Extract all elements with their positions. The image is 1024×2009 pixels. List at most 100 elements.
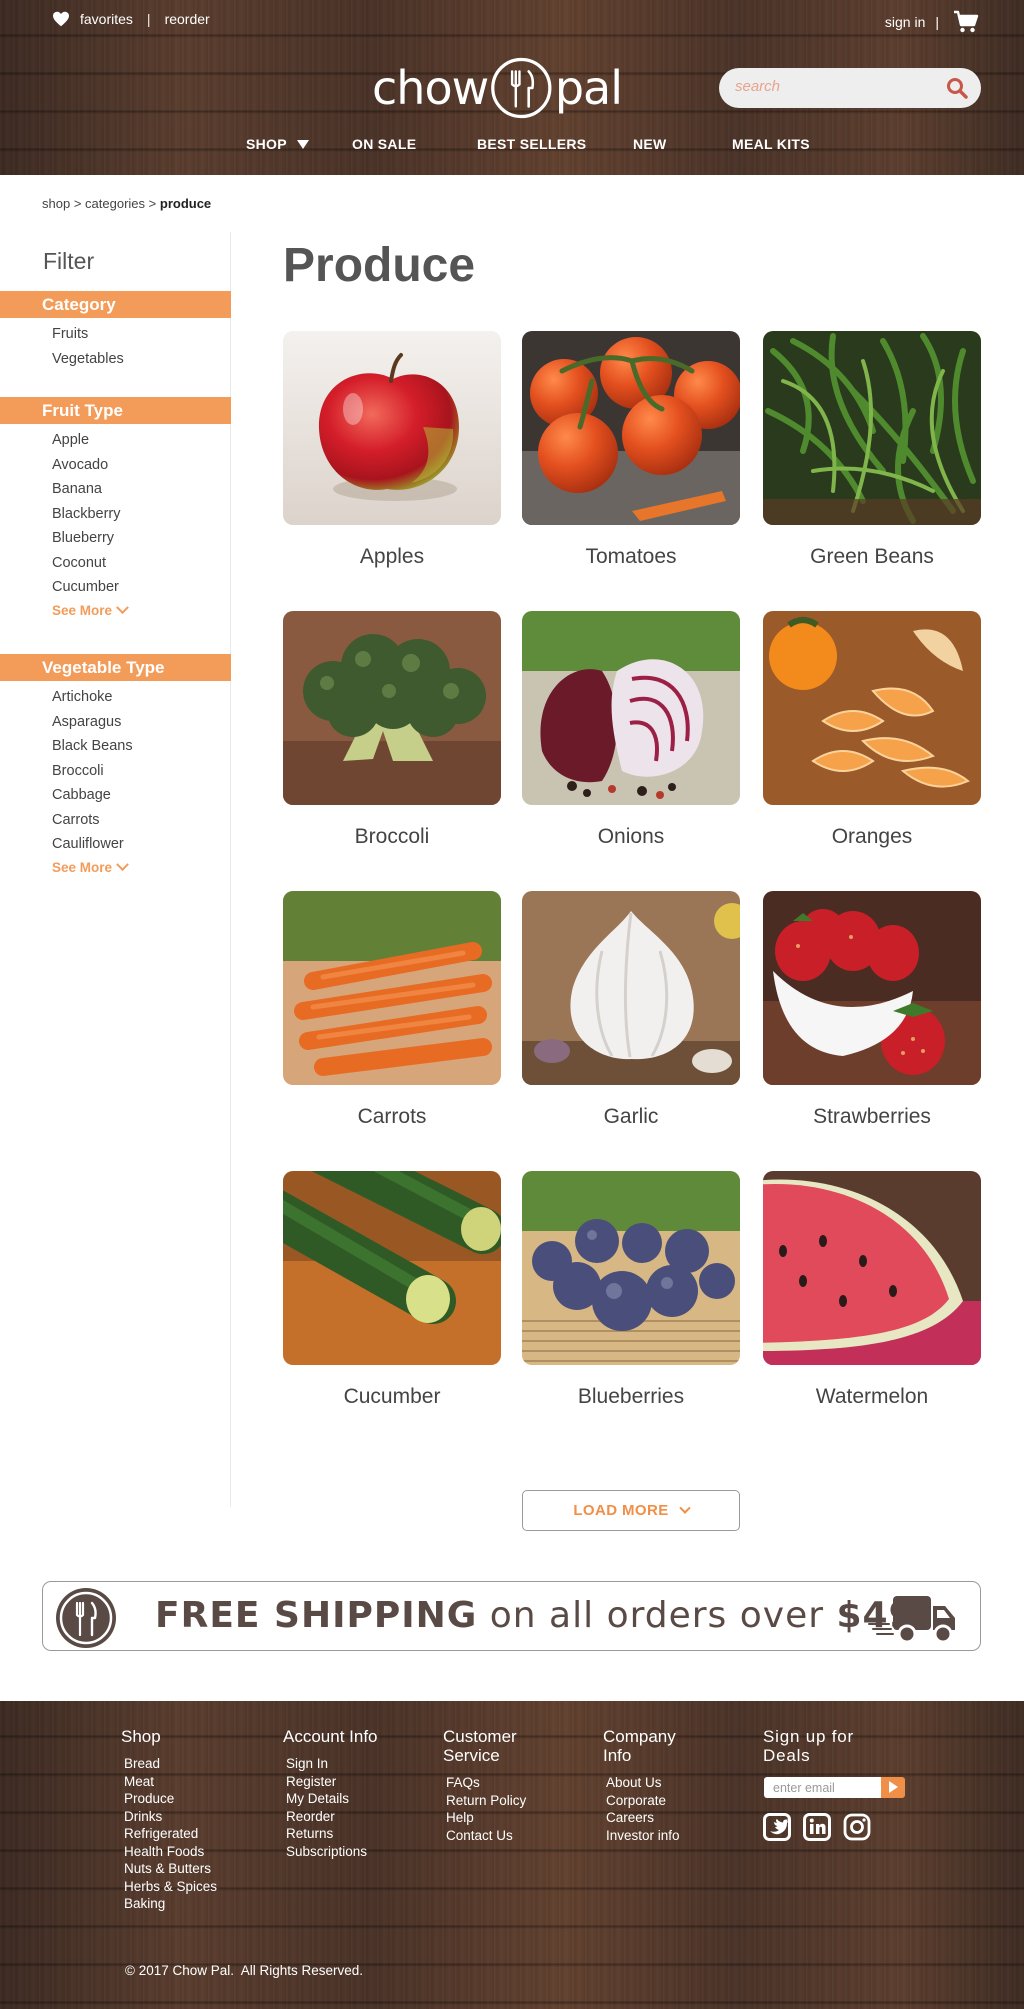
free-shipping-banner: FREE SHIPPING on all orders over $49 xyxy=(42,1581,981,1651)
footer-link[interactable]: Subscriptions xyxy=(286,1843,383,1861)
footer-link[interactable]: Corporate xyxy=(606,1792,703,1810)
footer-link[interactable]: My Details xyxy=(286,1790,383,1808)
product-card-oranges[interactable]: Oranges xyxy=(763,611,981,849)
free-shipping-middle: on all orders over xyxy=(477,1595,837,1636)
filter-fruit-type-heading[interactable]: Fruit Type xyxy=(0,397,231,424)
nav-shop[interactable]: SHOP xyxy=(246,136,309,152)
product-card-green-beans[interactable]: Green Beans xyxy=(763,331,981,569)
footer-link[interactable]: Reorder xyxy=(286,1808,383,1826)
footer-deals: Sign up for Deals xyxy=(763,1727,883,1765)
email-input[interactable] xyxy=(764,1777,881,1798)
footer-link[interactable]: About Us xyxy=(606,1774,703,1792)
watermelon-image xyxy=(763,1171,981,1365)
breadcrumb-separator: > xyxy=(73,196,82,211)
footer-link[interactable]: Contact Us xyxy=(446,1827,543,1845)
footer-link[interactable]: Health Foods xyxy=(124,1843,221,1861)
sign-in-link[interactable]: sign in xyxy=(885,14,925,30)
divider: | xyxy=(935,14,939,30)
product-card-garlic[interactable]: Garlic xyxy=(522,891,740,1129)
filter-category-heading[interactable]: Category xyxy=(0,291,231,318)
search-icon[interactable] xyxy=(945,76,969,100)
nav-new[interactable]: NEW xyxy=(633,136,667,152)
footer-deals-heading: Sign up for Deals xyxy=(763,1727,855,1765)
product-card-apples[interactable]: Apples xyxy=(283,331,501,569)
filter-option-broccoli[interactable]: Broccoli xyxy=(52,759,231,784)
footer-link[interactable]: Sign In xyxy=(286,1755,383,1773)
footer-link[interactable]: Baking xyxy=(124,1895,221,1913)
broccoli-image xyxy=(283,611,501,805)
nav-best-sellers[interactable]: BEST SELLERS xyxy=(477,136,586,152)
filter-vegetable-type: Vegetable Type Artichoke Asparagus Black… xyxy=(0,654,231,875)
chowpal-logo[interactable]: chow pal xyxy=(372,52,623,124)
reorder-link[interactable]: reorder xyxy=(165,11,210,27)
nav-shop-label: SHOP xyxy=(246,136,287,152)
linkedin-icon[interactable] xyxy=(803,1813,831,1841)
filter-option-black-beans[interactable]: Black Beans xyxy=(52,734,231,759)
vegetable-see-more-link[interactable]: See More xyxy=(0,857,231,875)
heart-icon[interactable] xyxy=(52,11,70,27)
filter-option-cabbage[interactable]: Cabbage xyxy=(52,783,231,808)
see-more-label: See More xyxy=(52,859,113,875)
breadcrumb: shop > categories > produce xyxy=(42,196,211,211)
site-footer: Shop Bread Meat Produce Drinks Refrigera… xyxy=(0,1701,1024,2009)
product-card-onions[interactable]: Onions xyxy=(522,611,740,849)
product-card-blueberries[interactable]: Blueberries xyxy=(522,1171,740,1409)
product-card-broccoli[interactable]: Broccoli xyxy=(283,611,501,849)
product-name: Broccoli xyxy=(354,825,430,848)
cart-icon[interactable] xyxy=(953,10,979,34)
nav-meal-kits[interactable]: MEAL KITS xyxy=(732,136,810,152)
filter-option-banana[interactable]: Banana xyxy=(52,477,231,502)
filter-option-cucumber[interactable]: Cucumber xyxy=(52,575,231,600)
filter-option-fruits[interactable]: Fruits xyxy=(52,322,231,347)
footer-link[interactable]: Bread xyxy=(124,1755,221,1773)
filter-vegetable-type-heading[interactable]: Vegetable Type xyxy=(0,654,231,681)
main-nav: SHOP ON SALE BEST SELLERS NEW MEAL KITS xyxy=(0,136,1024,156)
product-card-carrots[interactable]: Carrots xyxy=(283,891,501,1129)
filter-option-apple[interactable]: Apple xyxy=(52,428,231,453)
footer-link[interactable]: Return Policy xyxy=(446,1792,543,1810)
twitter-icon[interactable] xyxy=(763,1813,791,1841)
footer-link[interactable]: Register xyxy=(286,1773,383,1791)
footer-link[interactable]: Herbs & Spices xyxy=(124,1878,221,1896)
strawberries-image xyxy=(763,891,981,1085)
header-quick-links: favorites | reorder xyxy=(52,11,210,27)
footer-link[interactable]: Careers xyxy=(606,1809,703,1827)
free-shipping-strong: FREE SHIPPING xyxy=(155,1595,478,1636)
product-card-strawberries[interactable]: Strawberries xyxy=(763,891,981,1129)
breadcrumb-shop[interactable]: shop xyxy=(42,196,70,211)
footer-link[interactable]: Drinks xyxy=(124,1808,221,1826)
filter-option-coconut[interactable]: Coconut xyxy=(52,551,231,576)
product-card-watermelon[interactable]: Watermelon xyxy=(763,1171,981,1409)
nav-on-sale[interactable]: ON SALE xyxy=(352,136,416,152)
product-card-cucumber[interactable]: Cucumber xyxy=(283,1171,501,1409)
green-beans-image xyxy=(763,331,981,525)
load-more-button[interactable]: LOAD MORE xyxy=(522,1490,740,1531)
footer-link[interactable]: Produce xyxy=(124,1790,221,1808)
filter-option-blackberry[interactable]: Blackberry xyxy=(52,502,231,527)
footer-link[interactable]: Investor info xyxy=(606,1827,703,1845)
filter-option-artichoke[interactable]: Artichoke xyxy=(52,685,231,710)
fruit-see-more-link[interactable]: See More xyxy=(0,600,231,618)
breadcrumb-categories[interactable]: categories xyxy=(85,196,145,211)
product-card-tomatoes[interactable]: Tomatoes xyxy=(522,331,740,569)
email-submit-button[interactable] xyxy=(881,1777,905,1798)
search-input[interactable] xyxy=(735,78,935,95)
delivery-truck-icon xyxy=(868,1596,955,1644)
footer-link[interactable]: Nuts & Butters xyxy=(124,1860,221,1878)
instagram-icon[interactable] xyxy=(843,1813,871,1841)
footer-link[interactable]: Meat xyxy=(124,1773,221,1791)
breadcrumb-current: produce xyxy=(159,196,212,211)
garlic-image xyxy=(522,891,740,1085)
filter-option-asparagus[interactable]: Asparagus xyxy=(52,710,231,735)
filter-option-blueberry[interactable]: Blueberry xyxy=(52,526,231,551)
footer-link[interactable]: FAQs xyxy=(446,1774,543,1792)
filter-option-vegetables[interactable]: Vegetables xyxy=(52,347,231,372)
footer-link[interactable]: Help xyxy=(446,1809,543,1827)
favorites-link[interactable]: favorites xyxy=(80,11,133,27)
filter-option-cauliflower[interactable]: Cauliflower xyxy=(52,832,231,857)
filter-option-avocado[interactable]: Avocado xyxy=(52,453,231,478)
filter-option-carrots[interactable]: Carrots xyxy=(52,808,231,833)
footer-link[interactable]: Returns xyxy=(286,1825,383,1843)
load-more-label: LOAD MORE xyxy=(573,1502,669,1519)
footer-link[interactable]: Refrigerated xyxy=(124,1825,221,1843)
